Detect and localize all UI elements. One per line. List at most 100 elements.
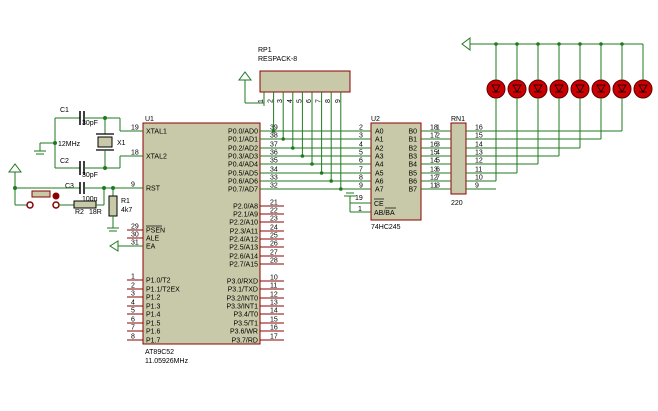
led-icon (528, 79, 548, 99)
u2-pin-name: B6 (408, 179, 417, 186)
rn1-pin-num: 11 (475, 167, 482, 174)
r2-value: 18R (89, 209, 102, 216)
x1-ref: X1 (117, 140, 126, 147)
u2-pin-name: A7 (375, 187, 384, 194)
u1-pin-num: 37 (270, 142, 278, 149)
u1-pin-num: 14 (270, 308, 278, 315)
u1-pin-num: 18 (131, 150, 139, 157)
reset-circuit: C3 100n R2 18R R1 4k7 (8, 163, 143, 232)
oscillator-circuit: C1 30pF C2 30pF X1 12MHz (34, 107, 143, 179)
u2-pin-num: 5 (359, 150, 363, 157)
junction-dot (339, 187, 343, 191)
resistor-icon (73, 200, 97, 209)
c1-ref: C1 (60, 107, 69, 114)
u1-pin-num: 35 (270, 158, 278, 165)
rp1-ref: RP1 (258, 47, 272, 54)
rn1-pin-num: 3 (436, 142, 440, 149)
u1-pin-num: 6 (131, 317, 135, 324)
u1-pin-name: P2.0/A8 (233, 204, 258, 211)
u1-pin-name: P0.7/AD7 (228, 187, 258, 194)
u1-value: AT89C52 (145, 349, 174, 356)
u1-pin-num: 26 (270, 241, 278, 248)
u1-right-pins: P0.0/AD039P0.1/AD138P0.2/AD237P0.3/AD336… (226, 125, 284, 345)
u1-pin-name: P1.6 (146, 329, 161, 336)
u2-pin-num: 6 (359, 158, 363, 165)
rn1-pin-num: 4 (436, 150, 440, 157)
u1-pin-name: P3.2/INT0 (226, 296, 258, 303)
junction-dot (319, 171, 324, 175)
junction-dot (329, 179, 334, 183)
u1-pin-num: 27 (270, 250, 278, 257)
u1-pin-name: P2.2/A10 (229, 220, 258, 227)
rn1-pin-num: 2 (436, 133, 440, 140)
rn1-pin-num: 12 (475, 158, 483, 165)
u1-pin-num: 32 (270, 183, 278, 190)
u2-ce-num: 19 (355, 195, 363, 202)
rn1-pin-num: 1 (436, 125, 440, 132)
power-arrow-icon (8, 163, 22, 173)
led-icon (591, 79, 611, 99)
wires (260, 106, 622, 191)
power-arrow-icon (238, 71, 252, 81)
u1-pin-name: RST (146, 186, 161, 193)
u1-pin-num: 15 (270, 317, 278, 324)
u1-pin-num: 33 (270, 175, 278, 182)
led-icon (570, 79, 590, 99)
u1-pin-name: P0.1/AD1 (228, 137, 258, 144)
junction-dot (557, 42, 561, 46)
u2-dir-label: AB/BA (374, 210, 395, 217)
u1-pin-num: 36 (270, 150, 278, 157)
u2-ce-label: CE (374, 201, 384, 208)
u1-pin-name: P2.4/A12 (229, 237, 258, 244)
u1-pin-num: 22 (270, 208, 278, 215)
junction-dot (281, 137, 286, 141)
u1-pin-num: 30 (131, 232, 139, 239)
u1-pin-name: P1.2 (146, 295, 161, 302)
junction-dot (291, 146, 295, 150)
u2-pin-name: B1 (408, 137, 417, 144)
rn1-pin-num: 13 (475, 150, 483, 157)
u2-ref: U2 (371, 116, 380, 123)
junction-dot (599, 42, 603, 46)
u2-pin-name: A1 (375, 137, 384, 144)
u1-pin-num: 24 (270, 225, 278, 232)
r1-value: 4k7 (121, 207, 132, 214)
u1-pin-name: P1.0/T2 (146, 278, 171, 285)
rn1-ref: RN1 (451, 116, 465, 123)
resistor-icon (108, 195, 118, 217)
u2-pin-name: B7 (408, 187, 417, 194)
x1-value: 12MHz (58, 141, 81, 148)
u2-pin-name: B5 (408, 171, 417, 178)
junction-dot (620, 42, 624, 46)
u1-pin-name: P1.5 (146, 321, 161, 328)
u1-pin-name: P3.1/TXD (228, 287, 258, 294)
rp1-pins: 123456789 (258, 92, 342, 106)
u2-pin-name: A6 (375, 179, 384, 186)
u1-pin-name: P1.7 (146, 338, 161, 345)
u1-pin-num: 10 (270, 275, 278, 282)
rn1-pin-num: 16 (475, 125, 483, 132)
u1-pin-num: 21 (270, 200, 278, 207)
u1-pin-name: P2.6/A14 (229, 254, 258, 261)
u2-pin-num: 4 (359, 142, 363, 149)
pushbutton-icon (31, 190, 51, 198)
u1-pin-name: P3.0/RXD (227, 279, 258, 286)
u1-pin-name: P3.4/T0 (233, 312, 258, 319)
u1-pin-num: 12 (270, 292, 278, 299)
u1-pin-num: 17 (270, 334, 278, 341)
u1-pin-name: P1.3 (146, 304, 161, 311)
rn1-value: 220 (451, 200, 463, 207)
u1-pin-name: XTAL2 (146, 154, 167, 161)
led-icon (507, 79, 527, 99)
u1-pin-num: 1 (131, 274, 135, 281)
led-icon (486, 79, 506, 99)
u2-pin-name: A5 (375, 171, 384, 178)
power-arrow-icon (461, 37, 471, 51)
rn1-pin-num: 9 (475, 183, 479, 190)
u2-pin-name: B2 (408, 146, 417, 153)
u2-pin-name: A2 (375, 146, 384, 153)
u1-pin-num: 2 (131, 283, 135, 290)
u1-pin-num: 25 (270, 233, 278, 240)
u2-pin-name: B4 (408, 162, 417, 169)
junction-dot (494, 42, 498, 46)
